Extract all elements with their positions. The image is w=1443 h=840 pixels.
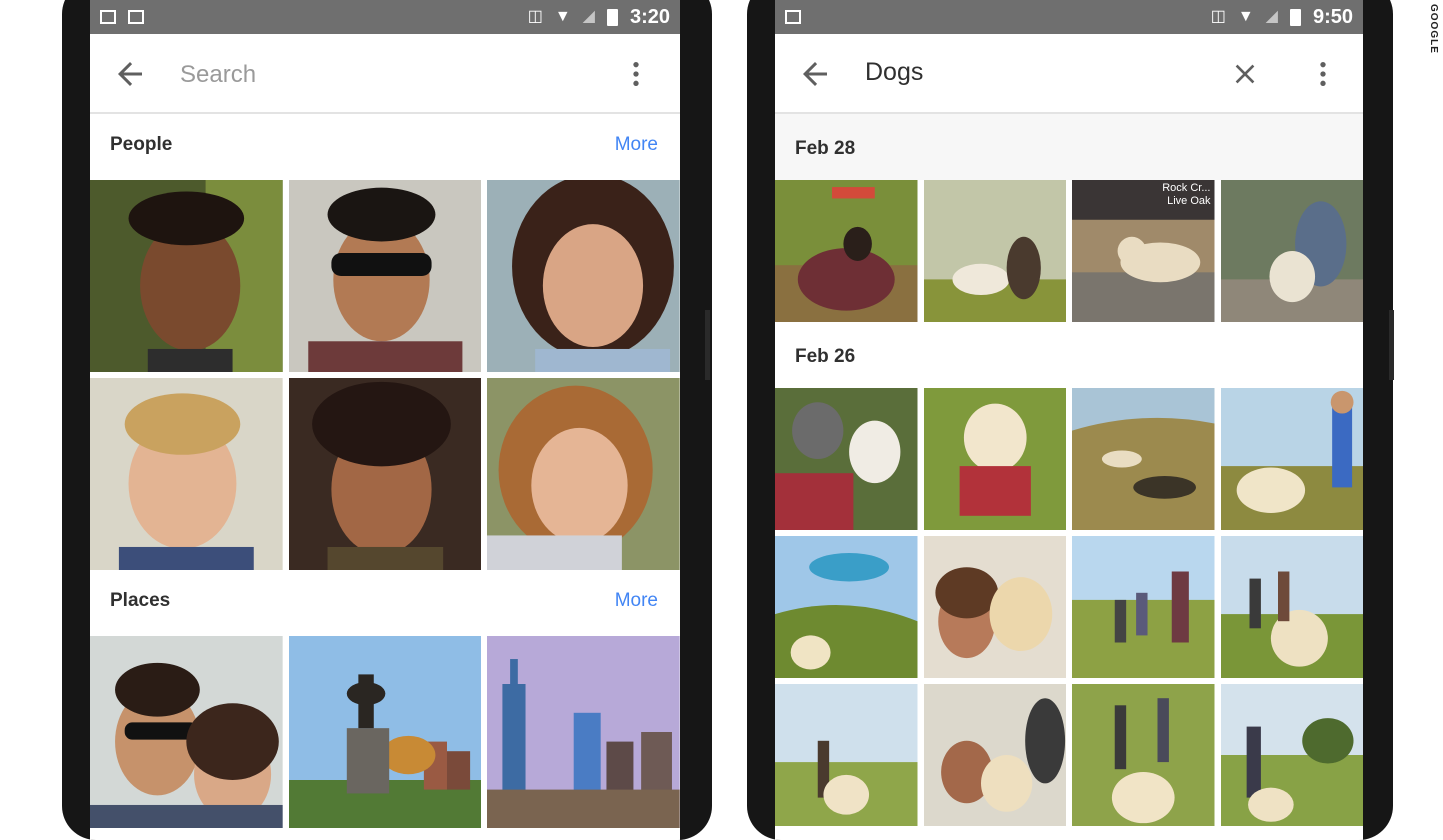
dog-photo[interactable]	[1220, 180, 1363, 322]
search-screen: ◫ ▼ ◢ 3:20 People More	[90, 0, 680, 840]
clock: 9:50	[1312, 5, 1353, 28]
search-input[interactable]	[178, 54, 562, 96]
wifi-icon: ▼	[1237, 8, 1254, 25]
clear-search-icon[interactable]	[1229, 58, 1261, 90]
places-grid	[90, 636, 680, 828]
signal-icon: ◢	[1265, 8, 1278, 25]
battery-icon	[1289, 8, 1301, 26]
people-grid	[90, 180, 680, 570]
dog-photo[interactable]	[775, 684, 918, 826]
search-bar	[90, 34, 680, 114]
image-notification-icon	[100, 10, 116, 24]
signal-icon: ◢	[582, 8, 595, 25]
person-thumbnail[interactable]	[90, 378, 283, 570]
date-header: Feb 26	[775, 322, 1363, 388]
dog-photo[interactable]	[1220, 684, 1363, 826]
place-thumbnail[interactable]	[487, 636, 680, 828]
vibrate-icon: ◫	[527, 8, 543, 25]
image-notification-icon	[785, 10, 801, 24]
overflow-menu-icon[interactable]	[620, 58, 652, 90]
dog-photo[interactable]	[1072, 388, 1215, 530]
place-thumbnail[interactable]	[90, 636, 283, 828]
date-label: Feb 26	[795, 346, 856, 367]
dog-photo[interactable]	[923, 388, 1066, 530]
dogs-results-screen: ◫ ▼ ◢ 9:50 Dogs Feb 28 Rock Cr... Live O…	[775, 0, 1363, 840]
photo-grid-feb-28: Rock Cr... Live Oak	[775, 180, 1363, 322]
people-section-header: People More	[90, 114, 680, 180]
person-thumbnail[interactable]	[487, 378, 680, 570]
photo-overlay-text: Rock Cr... Live Oak	[1162, 182, 1211, 207]
search-query[interactable]: Dogs	[865, 58, 923, 87]
photo-grid-feb-26-row-3	[775, 684, 1363, 826]
status-bar: ◫ ▼ ◢ 3:20	[90, 0, 680, 34]
search-bar: Dogs	[775, 34, 1363, 114]
dog-photo[interactable]	[923, 684, 1066, 826]
people-more-link[interactable]: More	[615, 134, 658, 156]
dog-photo[interactable]	[923, 180, 1066, 322]
dog-photo[interactable]	[1072, 536, 1215, 678]
dog-photo[interactable]	[1220, 388, 1363, 530]
date-header: Feb 28	[775, 114, 1363, 180]
photo-grid-feb-26-row-2	[775, 536, 1363, 678]
status-bar: ◫ ▼ ◢ 9:50	[775, 0, 1363, 34]
person-thumbnail[interactable]	[487, 180, 680, 372]
dog-photo[interactable]	[775, 180, 918, 322]
places-title: Places	[110, 590, 171, 611]
clock: 3:20	[629, 5, 670, 28]
dog-photo[interactable]	[1072, 684, 1215, 826]
dog-photo[interactable]	[775, 388, 918, 530]
back-arrow-icon[interactable]	[797, 56, 833, 92]
dog-photo[interactable]	[923, 536, 1066, 678]
date-label: Feb 28	[795, 138, 856, 159]
dog-photo[interactable]	[775, 536, 918, 678]
back-arrow-icon[interactable]	[112, 56, 148, 92]
person-thumbnail[interactable]	[288, 180, 482, 372]
person-thumbnail[interactable]	[90, 180, 283, 372]
place-thumbnail[interactable]	[288, 636, 482, 828]
phone-side-button	[1389, 310, 1394, 380]
phone-side-button	[705, 310, 710, 380]
photo-grid-feb-26	[775, 388, 1363, 530]
battery-icon	[606, 8, 618, 26]
person-thumbnail[interactable]	[288, 378, 482, 570]
vibrate-icon: ◫	[1210, 8, 1226, 25]
places-more-link[interactable]: More	[615, 590, 658, 612]
people-title: People	[110, 134, 173, 155]
overflow-menu-icon[interactable]	[1307, 58, 1339, 90]
image-credit: GOOGLE	[1428, 4, 1439, 54]
wifi-icon: ▼	[554, 8, 571, 25]
dog-photo[interactable]	[1220, 536, 1363, 678]
download-notification-icon	[128, 10, 144, 24]
phone-frame-right: ◫ ▼ ◢ 9:50 Dogs Feb 28 Rock Cr... Live O…	[747, 0, 1393, 840]
phone-frame-left: ◫ ▼ ◢ 3:20 People More	[62, 0, 712, 840]
dog-photo[interactable]: Rock Cr... Live Oak	[1072, 180, 1215, 322]
places-section-header: Places More	[90, 570, 680, 636]
